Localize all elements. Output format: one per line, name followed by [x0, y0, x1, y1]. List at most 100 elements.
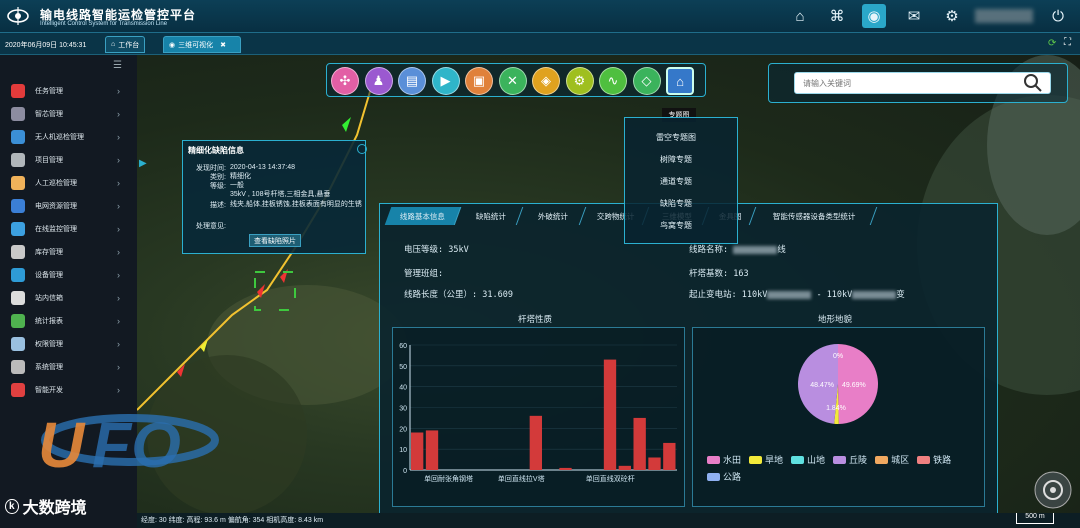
sidebar-item-label: 电网资源管理 [35, 203, 77, 210]
sidebar-item-label: 权限管理 [35, 341, 63, 348]
user-name-redacted[interactable] [975, 9, 1033, 23]
logo-icon [7, 7, 29, 25]
brand-watermark: k 大数跨境 [5, 494, 87, 518]
tower-count: 杆塔基数: 163 [689, 269, 749, 279]
chevron-right-icon: › [117, 339, 120, 349]
pie-slice-label: 49.69% [842, 382, 866, 389]
photo-icon[interactable]: ▣ [465, 67, 493, 95]
menu-icon[interactable]: ☰ [113, 60, 122, 71]
tab-workbench[interactable]: ⌂ 工作台 [105, 36, 146, 53]
search-icon[interactable] [1023, 73, 1043, 93]
datetime: 2020年06月09日 10:45:31 [5, 42, 87, 49]
bar[interactable] [648, 457, 661, 471]
power-icon[interactable]: ⏻ [1046, 4, 1070, 28]
sidebar-item[interactable]: 无人机巡检管理 › [0, 126, 137, 148]
settings-icon[interactable]: ⚙ [565, 67, 594, 95]
defect-field-value: 精细化 [230, 173, 251, 180]
panel-tab-label: 线路基本信息 [400, 211, 445, 221]
drone-icon[interactable]: ✣ [331, 67, 359, 95]
legend-item[interactable]: 公路 [707, 470, 741, 483]
refresh-icon[interactable]: ⟳ [1048, 38, 1056, 49]
topic-menu-item[interactable]: 鸟窝专题 [624, 220, 728, 231]
mail-icon[interactable]: ✉ [902, 4, 926, 28]
panel-tab[interactable]: 缺陷统计 [458, 207, 524, 225]
compass-icon[interactable] [1033, 470, 1073, 510]
legend-label: 公路 [723, 472, 742, 482]
topic-menu-item[interactable]: 缺陷专题 [624, 198, 728, 209]
topic-map-icon[interactable]: ⌂ [666, 67, 694, 95]
bar[interactable] [411, 432, 424, 471]
sidebar-item[interactable]: 人工巡检管理 › [0, 172, 137, 194]
panel-tab[interactable]: 智能传感器设备类型统计 [752, 207, 878, 225]
compass-icon[interactable]: ◈ [532, 67, 560, 95]
layers-icon[interactable]: ▤ [398, 67, 426, 95]
sidebar-item[interactable]: 权限管理 › [0, 333, 137, 355]
panel-tab[interactable]: 外破统计 [519, 207, 587, 225]
tower-type-bar-chart: 0 10 20 30 40 50 60 单回耐张角钢塔 单回直线拉V塔 单回直线双砼杆 [399, 343, 677, 483]
sidebar-item[interactable]: 站内信箱 › [0, 287, 137, 309]
legend-item[interactable]: 水田 [707, 453, 741, 466]
app-header: 输电线路智能运检管控平台 Intelligent Control System … [0, 0, 1080, 33]
bar[interactable] [618, 465, 631, 470]
collapse-arrow-icon[interactable]: ▶ [139, 158, 147, 169]
bar[interactable] [633, 417, 646, 470]
pin-icon[interactable]: ♟ [364, 67, 393, 95]
sidebar-item[interactable]: 统计报表 › [0, 310, 137, 332]
bar[interactable] [663, 442, 676, 470]
cube-icon[interactable]: ◇ [632, 67, 661, 95]
network-icon[interactable]: ⌘ [825, 4, 849, 28]
legend-item[interactable]: 城区 [875, 453, 909, 466]
gear-icon[interactable]: ⚙ [940, 4, 964, 28]
view-defect-photo-button[interactable]: 查看缺陷照片 [249, 234, 301, 247]
legend-swatch [749, 455, 763, 464]
fullscreen-icon[interactable]: ⛶ [1064, 37, 1071, 48]
y-tick-label: 30 [399, 406, 407, 413]
legend-label: 水田 [723, 455, 742, 465]
tab-3d-visualization[interactable]: ◉ 三维可视化 ✖ [163, 36, 241, 53]
panel-tab[interactable]: 线路基本信息 [384, 207, 462, 225]
home-icon: ⌂ [111, 41, 116, 48]
sidebar-item-label: 库存管理 [35, 249, 63, 256]
legend-item[interactable]: 旱地 [749, 453, 783, 466]
legend-item[interactable]: 丘陵 [833, 453, 867, 466]
sidebar-item[interactable]: 库存管理 › [0, 241, 137, 263]
sidebar-item[interactable]: 设备管理 › [0, 264, 137, 286]
sidebar-item-label: 人工巡检管理 [35, 180, 77, 187]
line-length: 线路长度（公里）: 31.609 [404, 290, 513, 300]
sidebar-item[interactable]: 任务管理 › [0, 80, 137, 102]
map-status-bar: 经度: 30 纬度: 高程: 93.6 m 偏航角: 354 相机高度: 8.4… [137, 513, 1080, 528]
chevron-right-icon: › [117, 247, 120, 257]
sidebar-item[interactable]: 项目管理 › [0, 149, 137, 171]
home-icon[interactable]: ⌂ [788, 4, 812, 28]
topic-menu-item[interactable]: 树障专题 [624, 154, 728, 165]
sidebar-item[interactable]: 系统管理 › [0, 356, 137, 378]
sidebar-item-icon [11, 130, 25, 144]
sidebar-item-label: 项目管理 [35, 157, 63, 164]
search-input[interactable] [794, 72, 1051, 94]
sidebar-item[interactable]: 智芯管理 › [0, 103, 137, 125]
globe-icon[interactable]: ◉ [862, 4, 886, 28]
bar[interactable] [425, 430, 439, 470]
video-icon[interactable]: ▶ [431, 67, 460, 95]
bar[interactable] [529, 415, 542, 470]
sidebar-item[interactable]: 电网资源管理 › [0, 195, 137, 217]
defect-field-label: 等级: [210, 183, 226, 190]
bar[interactable] [603, 359, 617, 470]
legend-label: 丘陵 [849, 455, 868, 465]
sidebar-item-label: 设备管理 [35, 272, 63, 279]
y-tick-label: 20 [399, 426, 407, 433]
topic-menu-item[interactable]: 通道专题 [624, 176, 728, 187]
legend-swatch [707, 472, 720, 481]
chart-icon[interactable]: ∿ [599, 67, 627, 95]
tools-icon[interactable]: ✕ [498, 67, 527, 95]
start-end-substation: 起止变电站: 110kV - 110kV 变 [689, 290, 905, 300]
close-icon[interactable]: ✖ [220, 41, 226, 49]
bar[interactable] [559, 467, 572, 470]
legend-swatch [917, 455, 931, 464]
sidebar-item-icon [11, 268, 25, 282]
sidebar-item-label: 无人机巡检管理 [35, 134, 84, 141]
legend-item[interactable]: 铁路 [917, 453, 951, 466]
topic-menu-item[interactable]: 雷空专题图 [624, 132, 728, 143]
sidebar-item[interactable]: 在线监控管理 › [0, 218, 137, 240]
legend-item[interactable]: 山地 [791, 453, 825, 466]
